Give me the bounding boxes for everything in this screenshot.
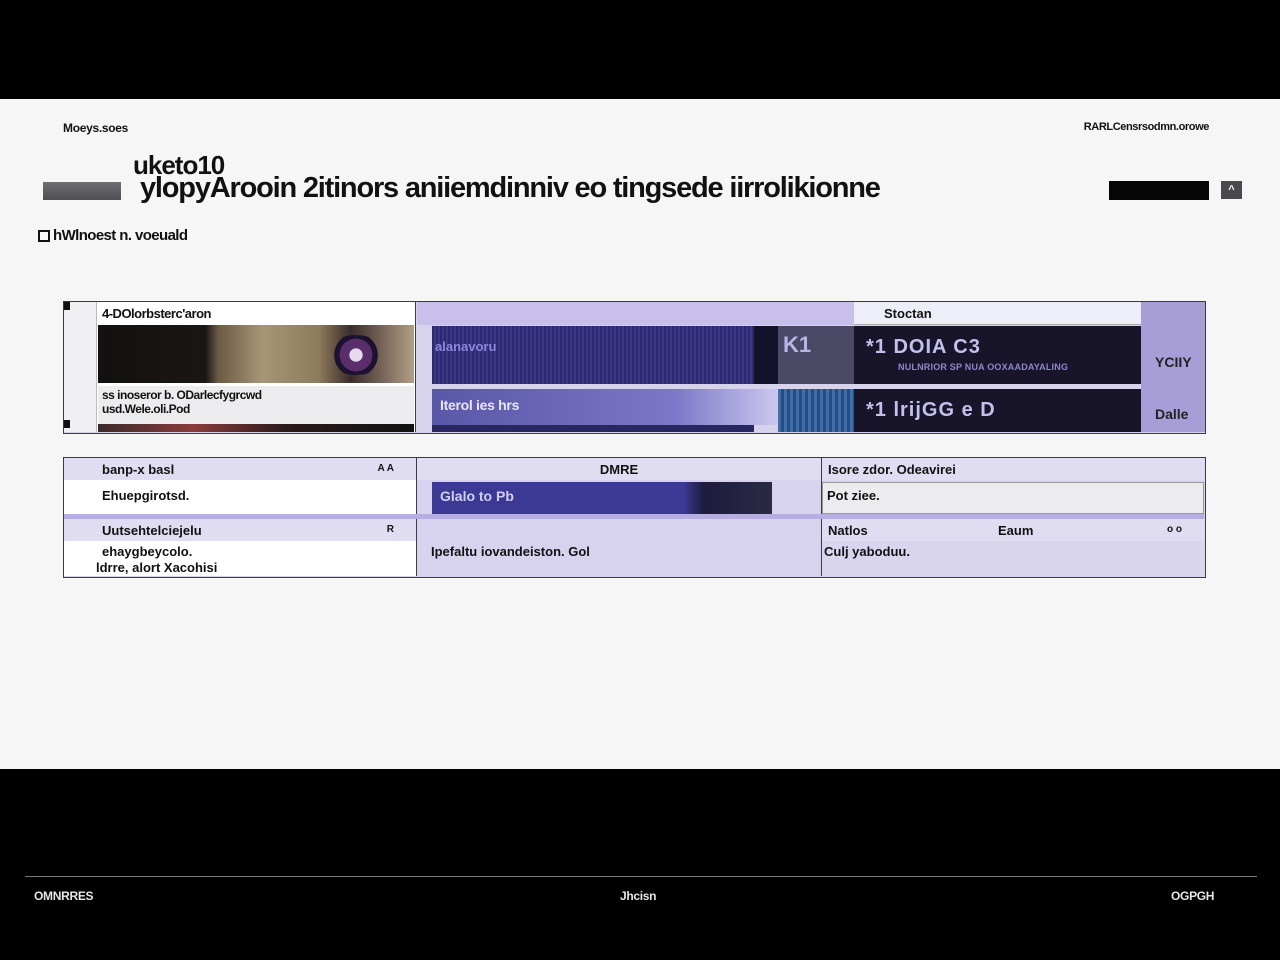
col1-row2-value: ehaygbeycolo. ldrre, alort Xacohisi bbox=[64, 540, 416, 576]
col3-row2-header: Natlos Eaum o o bbox=[822, 519, 1204, 541]
stats-header: Stoctan bbox=[854, 302, 1141, 325]
video-caption: alanavoru bbox=[435, 339, 497, 354]
col3-row2-value: Culj yaboduu. bbox=[824, 544, 910, 559]
card-label: 4-DOlorbsterc'aron bbox=[102, 306, 211, 321]
title-redaction-bar bbox=[1109, 181, 1209, 200]
video-preview-tertiary[interactable] bbox=[778, 389, 854, 432]
media-card-grid: 4-DOlorbsterc'aron ss inoseror b. ODarle… bbox=[63, 301, 1206, 434]
col1-row1-flag[interactable]: A A bbox=[378, 463, 394, 474]
col1-row1-title: banp-x basl bbox=[102, 462, 175, 477]
middle-strip bbox=[432, 425, 754, 432]
card-desc-line1: ss inoseror b. ODarlecfygrcwd bbox=[102, 388, 262, 402]
breadcrumb-right[interactable]: RARLCensrsodmn.orowe bbox=[1084, 121, 1210, 133]
col3-row2-title-b: Eaum bbox=[998, 523, 1034, 538]
top-letterbox bbox=[0, 0, 1280, 99]
detail-grid: banp-x basl A A Ehuepgirotsd. Uutsehtelc… bbox=[63, 457, 1206, 578]
col2-row2-value: Ipefaltu iovandeiston. Gol bbox=[431, 544, 590, 559]
breadcrumb-left[interactable]: Moeys.soes bbox=[63, 121, 128, 135]
card-description: ss inoseror b. ODarlecfygrcwd usd.Wele.o… bbox=[98, 386, 414, 424]
media-card-middle: alanavoru K1 Iterol ies hrs bbox=[417, 302, 854, 432]
middle-header-band bbox=[417, 302, 854, 325]
side-tab-column: YCIIY Dalle bbox=[1141, 302, 1205, 432]
row-divider bbox=[64, 514, 1204, 519]
side-tab-top[interactable]: YCIIY bbox=[1155, 354, 1192, 370]
thumbnail-strip bbox=[98, 424, 414, 432]
col1-row2-line2: ldrre, alort Xacohisi bbox=[96, 560, 218, 575]
video-side-text: K1 bbox=[783, 332, 812, 357]
stat-row-2[interactable]: *1 lrijGG e D bbox=[854, 389, 1141, 432]
col3-row2-dots[interactable]: o o bbox=[1167, 524, 1182, 535]
edge-marker-top bbox=[64, 302, 70, 310]
size-input[interactable]: Pot ziee. bbox=[822, 482, 1204, 514]
page-title: ylopyArooin 2itinors aniiemdinniv eo tin… bbox=[140, 172, 881, 204]
edge-marker-bottom bbox=[64, 420, 70, 428]
character-image bbox=[326, 335, 386, 375]
col3-row2-title-a: Natlos bbox=[828, 523, 868, 538]
video-preview[interactable] bbox=[432, 326, 754, 384]
col1-row2-header: Uutsehtelciejelu R bbox=[64, 519, 416, 541]
footer-right-link[interactable]: OGPGH bbox=[1171, 889, 1214, 903]
stat-row-1[interactable]: *1 DOIA C3 NULNRIOR SP NUA OOXAADAYALING bbox=[854, 326, 1141, 384]
card-thumbnail[interactable] bbox=[98, 325, 414, 383]
grid-icon bbox=[38, 229, 50, 242]
subtitle-text: hWlnoest n. voeuald bbox=[53, 227, 188, 244]
stat-1-caption: NULNRIOR SP NUA OOXAADAYALING bbox=[898, 362, 1069, 372]
bottom-letterbox bbox=[0, 769, 1280, 960]
interest-button[interactable]: Iterol ies hrs bbox=[432, 389, 778, 425]
stat-1-value: *1 DOIA C3 bbox=[866, 336, 981, 358]
footer-divider bbox=[25, 876, 1257, 877]
card-edge bbox=[64, 302, 97, 432]
media-card-left[interactable]: 4-DOlorbsterc'aron ss inoseror b. ODarle… bbox=[64, 302, 416, 432]
col1-row1-header: banp-x basl A A bbox=[64, 458, 416, 480]
card-desc-line2: usd.Wele.oli.Pod bbox=[102, 402, 190, 416]
collapse-button[interactable]: ^ bbox=[1221, 181, 1242, 199]
stat-2-value: *1 lrijGG e D bbox=[866, 399, 996, 421]
col2-row1-header: DMRE bbox=[417, 458, 821, 480]
col3-row1-header: Isore zdor. Odeavirei bbox=[822, 458, 1204, 480]
col1-row2-line1: ehaygbeycolo. bbox=[102, 544, 193, 559]
title-accent-bar bbox=[43, 182, 121, 200]
col1-row1-value: Ehuepgirotsd. bbox=[102, 488, 190, 503]
col1-row2-title: Uutsehtelciejelu bbox=[102, 523, 202, 538]
footer-left-link[interactable]: OMNRRES bbox=[34, 889, 94, 903]
col1-row2-flag[interactable]: R bbox=[387, 524, 394, 535]
stats-card: Stoctan *1 DOIA C3 NULNRIOR SP NUA OOXAA… bbox=[854, 302, 1141, 432]
footer-center-link[interactable]: Jhcisn bbox=[620, 889, 657, 903]
side-tab-bottom[interactable]: Dalle bbox=[1155, 406, 1188, 422]
page-subtitle: hWlnoest n. voeuald bbox=[38, 227, 188, 244]
